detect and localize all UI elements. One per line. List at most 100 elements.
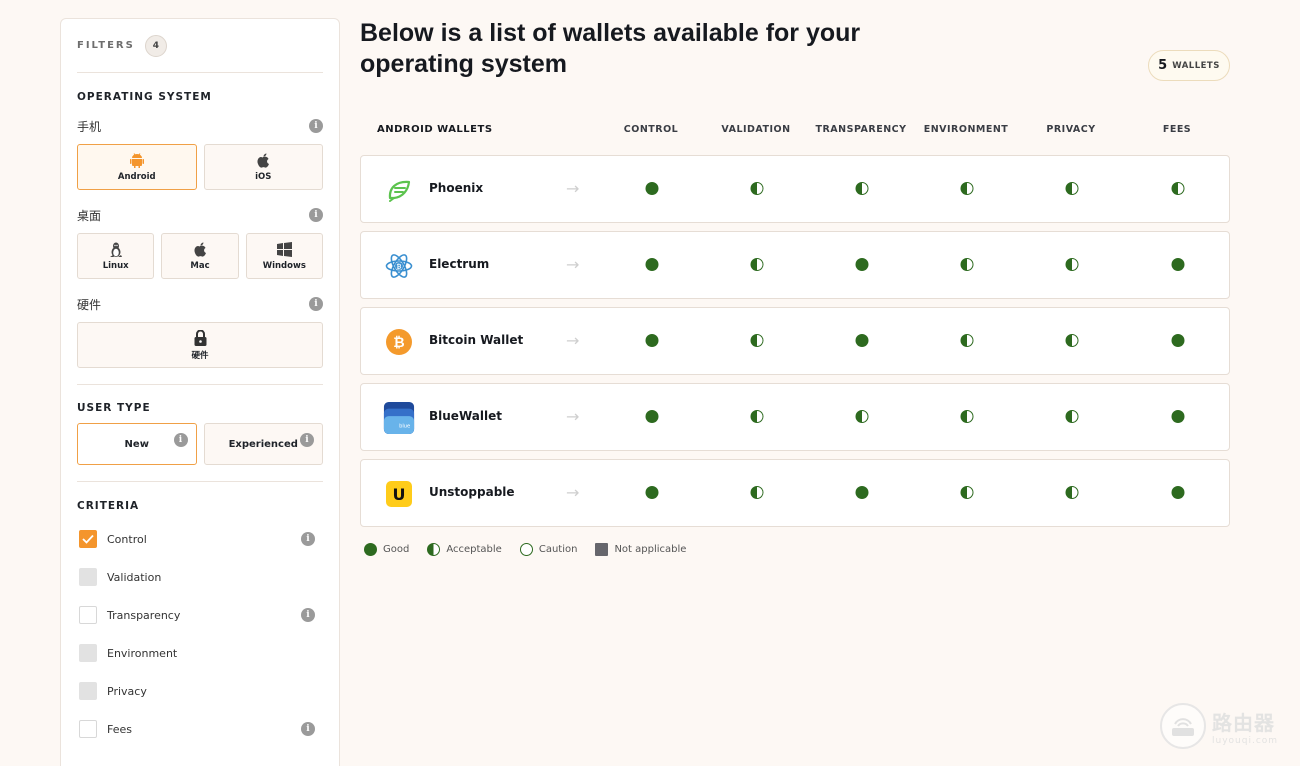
criteria-validation[interactable]: Validation bbox=[77, 558, 323, 596]
desktop-options: Linux Mac Windows bbox=[77, 233, 323, 279]
info-icon[interactable]: i bbox=[173, 433, 188, 447]
hardware-options: 硬件 bbox=[77, 322, 323, 368]
checkbox[interactable] bbox=[79, 606, 97, 624]
checkbox[interactable] bbox=[79, 644, 97, 662]
rating-legend: Good Acceptable Caution Not applicable bbox=[364, 543, 704, 556]
wallet-count-badge: 5 WALLETS bbox=[1148, 50, 1230, 81]
legend-not-applicable: Not applicable bbox=[595, 543, 686, 556]
criteria-fees[interactable]: Fees i bbox=[77, 710, 323, 748]
android-icon bbox=[129, 152, 144, 169]
wallet-row-phoenix[interactable]: Phoenix → bbox=[360, 155, 1230, 223]
os-option-android[interactable]: Android bbox=[77, 144, 197, 190]
column-header-fees: FEES bbox=[1162, 124, 1192, 135]
legend-acceptable: Acceptable bbox=[427, 543, 502, 556]
wallet-row-bluewallet[interactable]: blue BlueWallet → bbox=[360, 383, 1230, 451]
acceptable-rating-dot-icon bbox=[960, 182, 974, 195]
column-header-transparency: TRANSPARENCY bbox=[815, 124, 907, 135]
wallet-row-unstoppable[interactable]: U Unstoppable → bbox=[360, 459, 1230, 527]
watermark-en: luyouqi.com bbox=[1212, 735, 1279, 746]
wallet-name: BlueWallet bbox=[429, 409, 502, 423]
bitcoin-logo-icon: ₿ bbox=[383, 326, 415, 358]
legend-good: Good bbox=[364, 543, 409, 556]
arrow-right-icon: → bbox=[566, 255, 580, 274]
criteria-label: Environment bbox=[107, 646, 178, 660]
acceptable-rating-dot-icon bbox=[750, 334, 764, 347]
info-icon[interactable]: i bbox=[309, 297, 323, 311]
acceptable-rating-dot-icon bbox=[960, 334, 974, 347]
acceptable-rating-dot-icon bbox=[1065, 410, 1079, 423]
criteria-list: Control i Validation Transparency i Envi… bbox=[77, 520, 323, 748]
info-icon[interactable]: i bbox=[301, 608, 315, 622]
svg-text:₿: ₿ bbox=[397, 264, 402, 271]
wallet-row-bitcoin-wallet[interactable]: ₿ Bitcoin Wallet → bbox=[360, 307, 1230, 375]
watermark-text: 路由器 luyouqi.com bbox=[1212, 707, 1278, 746]
acceptable-rating-dot-icon bbox=[750, 486, 764, 499]
not-applicable-square-icon bbox=[595, 543, 609, 556]
acceptable-rating-dot-icon bbox=[855, 182, 869, 195]
os-option-label: iOS bbox=[255, 172, 272, 182]
user-type-experienced[interactable]: Experienced i bbox=[203, 423, 323, 465]
os-option-windows[interactable]: Windows bbox=[245, 233, 323, 279]
criteria-environment[interactable]: Environment bbox=[77, 634, 323, 672]
legend-label: Not applicable bbox=[614, 544, 687, 555]
bluewallet-logo-icon: blue bbox=[383, 402, 415, 434]
os-option-label: Mac bbox=[190, 261, 210, 271]
acceptable-rating-dot-icon bbox=[960, 258, 974, 271]
os-option-mac[interactable]: Mac bbox=[161, 233, 239, 279]
checkbox[interactable] bbox=[79, 568, 97, 586]
legend-label: Good bbox=[383, 544, 410, 555]
desktop-label: 桌面 bbox=[77, 208, 102, 223]
acceptable-rating-dot-icon bbox=[1065, 182, 1079, 195]
acceptable-rating-dot-icon bbox=[1065, 334, 1079, 347]
good-rating-dot-icon bbox=[645, 258, 659, 271]
lock-icon bbox=[194, 329, 207, 346]
arrow-right-icon: → bbox=[566, 179, 580, 198]
filters-header: FILTERS 4 bbox=[77, 19, 323, 73]
criteria-label: Control bbox=[107, 532, 147, 546]
acceptable-rating-dot-icon bbox=[855, 410, 869, 423]
good-dot-icon bbox=[364, 543, 377, 556]
hardware-label: 硬件 bbox=[77, 297, 102, 312]
wallet-row-electrum[interactable]: ₿ Electrum → bbox=[360, 231, 1230, 299]
acceptable-rating-dot-icon bbox=[1065, 486, 1079, 499]
info-icon[interactable]: i bbox=[309, 208, 323, 222]
checkbox[interactable] bbox=[79, 720, 97, 738]
criteria-control[interactable]: Control i bbox=[77, 520, 323, 558]
good-rating-dot-icon bbox=[645, 182, 659, 195]
page-title: Below is a list of wallets available for… bbox=[360, 19, 861, 78]
os-option-ios[interactable]: iOS bbox=[203, 144, 323, 190]
good-rating-dot-icon bbox=[855, 334, 869, 347]
checkbox[interactable] bbox=[79, 530, 97, 548]
good-rating-dot-icon bbox=[1171, 258, 1185, 271]
user-type-section-title: USER TYPE bbox=[77, 402, 151, 414]
info-icon[interactable]: i bbox=[301, 722, 315, 736]
good-rating-dot-icon bbox=[1171, 486, 1185, 499]
info-icon[interactable]: i bbox=[300, 433, 314, 447]
info-icon[interactable]: i bbox=[309, 119, 323, 133]
acceptable-rating-dot-icon bbox=[960, 486, 974, 499]
user-type-label: New bbox=[124, 438, 149, 450]
divider bbox=[77, 481, 323, 482]
criteria-section-title: CRITERIA bbox=[77, 500, 140, 512]
column-header-control: CONTROL bbox=[623, 124, 679, 135]
mobile-label: 手机 bbox=[77, 119, 102, 134]
criteria-transparency[interactable]: Transparency i bbox=[77, 596, 323, 634]
wallet-count-label: WALLETS bbox=[1172, 60, 1220, 71]
good-rating-dot-icon bbox=[645, 334, 659, 347]
wallet-name: Unstoppable bbox=[429, 485, 515, 499]
os-option-hardware[interactable]: 硬件 bbox=[77, 322, 323, 368]
info-icon[interactable]: i bbox=[301, 532, 315, 546]
legend-label: Acceptable bbox=[446, 544, 502, 555]
filters-sidebar: FILTERS 4 OPERATING SYSTEM 手机 i Android … bbox=[60, 18, 340, 766]
acceptable-rating-dot-icon bbox=[1171, 182, 1185, 195]
svg-text:U: U bbox=[393, 485, 406, 504]
acceptable-dot-icon bbox=[427, 543, 441, 556]
column-header-validation: VALIDATION bbox=[721, 124, 791, 135]
electrum-logo-icon: ₿ bbox=[383, 250, 415, 282]
checkbox[interactable] bbox=[79, 682, 97, 700]
os-option-linux[interactable]: Linux bbox=[77, 233, 155, 279]
criteria-privacy[interactable]: Privacy bbox=[77, 672, 323, 710]
windows-icon bbox=[276, 241, 292, 258]
user-type-new[interactable]: New i bbox=[77, 423, 197, 465]
os-option-label: Linux bbox=[102, 261, 129, 271]
